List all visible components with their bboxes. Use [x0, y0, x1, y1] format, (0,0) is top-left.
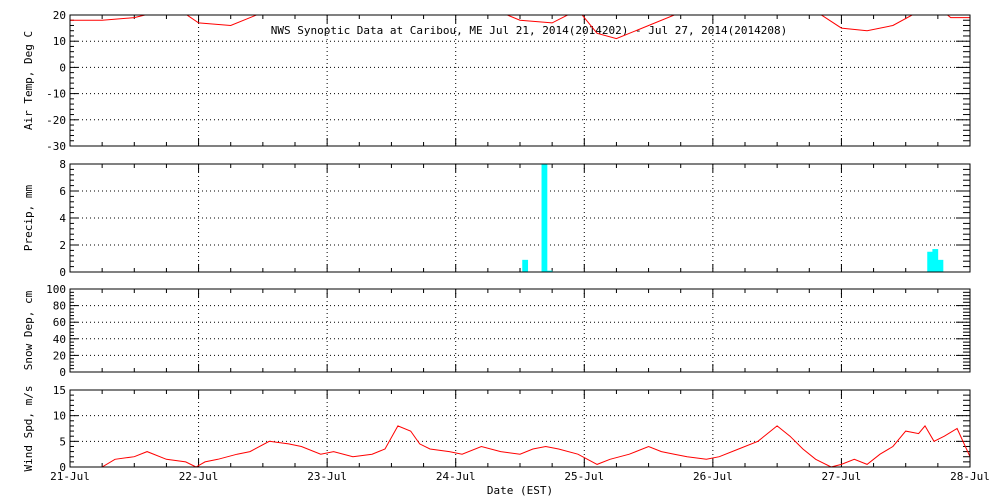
y-tick-label: 10: [53, 410, 66, 423]
y-tick-label: 100: [46, 283, 66, 296]
precip-bar: [541, 164, 548, 272]
y-axis-label: Snow Dep, cm: [22, 290, 35, 370]
y-tick-label: 5: [59, 435, 66, 448]
wind-speed-line: [70, 425, 970, 467]
plot-frame: [69, 389, 971, 468]
x-axis-label: Date (EST): [487, 484, 553, 497]
y-tick-label: 15: [53, 384, 66, 397]
y-axis-label: Air Temp, Deg C: [22, 31, 35, 130]
y-axis-label: Wind Spd, m/s: [22, 385, 35, 471]
y-axis-label: Precip, mm: [22, 185, 35, 252]
y-tick-label: 80: [53, 300, 66, 313]
y-tick-label: 8: [59, 158, 66, 171]
y-tick-label: 10: [53, 35, 66, 48]
y-tick-label: 20: [53, 9, 66, 22]
chart-title: NWS Synoptic Data at Caribou, ME Jul 21,…: [271, 24, 788, 37]
y-tick-label: 4: [59, 212, 66, 225]
y-tick-label: 60: [53, 316, 66, 329]
plot-frame: [69, 288, 971, 373]
y-tick-label: 20: [53, 349, 66, 362]
x-tick-label: 24-Jul: [436, 470, 476, 483]
y-tick-label: 0: [59, 266, 66, 279]
precip-bar: [932, 249, 939, 272]
x-tick-label: 25-Jul: [564, 470, 604, 483]
precip-bar: [522, 259, 529, 272]
y-tick-label: 0: [59, 366, 66, 379]
y-tick-label: -20: [46, 114, 66, 127]
y-tick-label: 2: [59, 239, 66, 252]
chart-svg: NWS Synoptic Data at Caribou, ME Jul 21,…: [22, 9, 990, 497]
y-tick-label: -10: [46, 88, 66, 101]
y-tick-label: 0: [59, 61, 66, 74]
y-tick-label: 6: [59, 185, 66, 198]
x-tick-label: 26-Jul: [693, 470, 733, 483]
precip-bar: [937, 259, 944, 272]
y-tick-label: 40: [53, 333, 66, 346]
y-tick-label: -30: [46, 140, 66, 153]
x-tick-label: 28-Jul: [950, 470, 990, 483]
x-tick-label: 21-Jul: [50, 470, 90, 483]
precip-bar: [927, 251, 934, 272]
x-tick-label: 27-Jul: [822, 470, 862, 483]
x-tick-label: 23-Jul: [307, 470, 347, 483]
x-tick-label: 22-Jul: [179, 470, 219, 483]
